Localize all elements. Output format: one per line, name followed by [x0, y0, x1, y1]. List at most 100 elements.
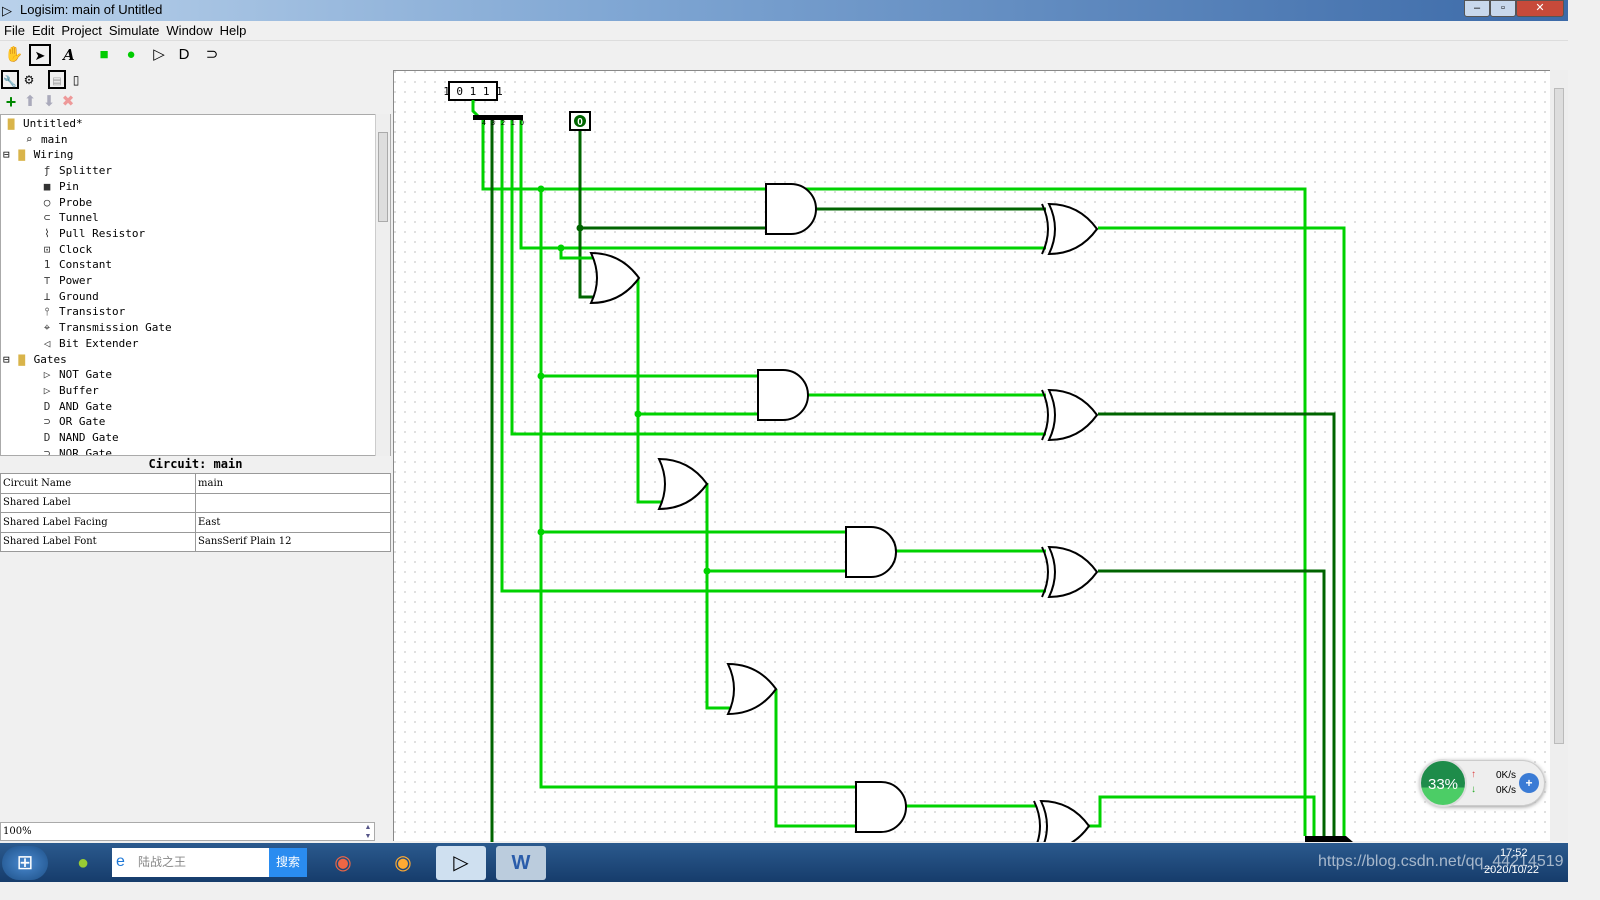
- tree-item[interactable]: ▇ Untitled*: [3, 116, 83, 131]
- property-value[interactable]: main: [195, 473, 391, 494]
- menu-help[interactable]: Help: [216, 21, 250, 38]
- tree-item[interactable]: ⊥ Ground: [39, 289, 99, 304]
- component-icon: 1: [43, 258, 51, 272]
- menu-bar: File Edit Project Simulate Window Help: [0, 21, 1568, 41]
- menu-file[interactable]: File: [0, 21, 28, 38]
- xor-gate: [1047, 202, 1099, 256]
- tree-item[interactable]: ⊃ NOR Gate: [39, 446, 112, 455]
- layout-view-icon[interactable]: ▤: [48, 70, 66, 89]
- logisim-task-icon[interactable]: ▷: [436, 846, 486, 880]
- tree-item[interactable]: ⊤ Power: [39, 273, 92, 288]
- component-icon: ⊃: [43, 415, 51, 429]
- property-value[interactable]: [195, 492, 391, 513]
- property-value[interactable]: SansSerif Plain 12: [195, 531, 391, 552]
- browser-icon[interactable]: ◉: [318, 846, 368, 880]
- tree-item-label: Ground: [59, 289, 99, 303]
- delete-circuit-icon[interactable]: ✖: [57, 92, 79, 114]
- tree-item[interactable]: ⊃ OR Gate: [39, 414, 106, 429]
- tree-item[interactable]: ⌖ Transmission Gate: [39, 320, 172, 335]
- title-bar: ▷ Logisim: main of Untitled – ▫ ✕: [0, 0, 1568, 21]
- tree-item[interactable]: ■ Pin: [39, 179, 79, 194]
- property-value[interactable]: East: [195, 512, 391, 533]
- close-button[interactable]: ✕: [1516, 0, 1564, 17]
- tree-item[interactable]: D NAND Gate: [39, 430, 119, 445]
- network-speed-widget: 33% ↑ ↓ 0K/s 0K/s +: [1419, 759, 1545, 807]
- tree-item[interactable]: ⌕ main: [21, 132, 68, 147]
- search-input[interactable]: 陆战之王: [112, 848, 269, 877]
- property-row: Shared Label Font SansSerif Plain 12: [0, 531, 391, 552]
- circuit-canvas[interactable]: 1 0 1 1 1432100: [393, 70, 1550, 842]
- explorer-tree: ▇ Untitled* ⌕ main ⊟ ▇ Wiring ƒ Splitter ■ Pin ○ Pro…: [0, 114, 391, 456]
- tree-item-label: NOT Gate: [59, 368, 112, 382]
- select-arrow-icon[interactable]: ➤: [29, 44, 51, 66]
- zoom-stepper[interactable]: ▲ ▼: [361, 823, 375, 841]
- tree-item[interactable]: ƒ Splitter: [39, 163, 112, 178]
- component-icon: ⊂: [43, 211, 51, 225]
- hand-poke-icon[interactable]: ✋: [3, 45, 25, 67]
- maximize-button[interactable]: ▫: [1490, 0, 1516, 17]
- simulation-tree-icon[interactable]: ⚙: [20, 70, 38, 92]
- browser-360-icon[interactable]: ◉: [378, 846, 428, 880]
- circuit-diagram: 1 0 1 1 14 3 2 1 0 0: [443, 81, 1353, 842]
- xor-gate: [1039, 799, 1091, 842]
- wire-junction: [703, 567, 711, 575]
- tree-item-label: main: [41, 132, 68, 146]
- properties-title: Circuit: main: [148, 457, 243, 471]
- clock-date: 2020/10/22: [1484, 864, 1540, 876]
- menu-window[interactable]: Window: [162, 21, 215, 38]
- component-icon: ▷: [43, 368, 51, 382]
- text-tool-icon[interactable]: A: [58, 45, 80, 67]
- splitter-bit-label: 4: [482, 120, 486, 127]
- zoom-field[interactable]: 100%: [0, 822, 375, 841]
- property-name: Shared Label: [0, 492, 196, 513]
- tree-item[interactable]: ▷ Buffer: [39, 383, 99, 398]
- expander-icon[interactable]: ⊟: [3, 148, 10, 161]
- expander-icon[interactable]: ⊟: [3, 353, 10, 366]
- tree-item[interactable]: ◁ Bit Extender: [39, 336, 139, 351]
- wire: [705, 483, 732, 710]
- ie-icon: e: [116, 853, 125, 870]
- tree-item[interactable]: ⊟ ▇ Gates: [3, 352, 67, 367]
- explorer-scrollbar[interactable]: [375, 114, 390, 456]
- constant-value: 0: [577, 117, 583, 128]
- word-task-icon[interactable]: W: [496, 846, 546, 880]
- tree-item[interactable]: D AND Gate: [39, 399, 112, 414]
- wire: [471, 100, 481, 119]
- tree-item[interactable]: ▷ NOT Gate: [39, 367, 112, 382]
- input-pin-icon[interactable]: ■: [93, 45, 115, 67]
- tree-item[interactable]: ⊟ ▇ Wiring: [3, 147, 73, 162]
- tree-item[interactable]: ⌇ Pull Resistor: [39, 226, 145, 241]
- clock-time: 17:52: [1500, 847, 1528, 859]
- component-icon: ⫯: [44, 305, 50, 319]
- tree-item-label: NAND Gate: [59, 431, 119, 444]
- start-button[interactable]: ⊞: [2, 846, 48, 880]
- tree-item[interactable]: ○ Probe: [39, 195, 92, 210]
- tree-item[interactable]: ⫯ Transistor: [39, 304, 126, 319]
- wrench-icon[interactable]: 🔧: [1, 70, 19, 89]
- menu-simulate[interactable]: Simulate: [105, 21, 163, 38]
- tree-item[interactable]: ⊂ Tunnel: [39, 210, 99, 225]
- expand-widget-icon[interactable]: +: [1519, 773, 1539, 793]
- tree-item-label: AND Gate: [59, 399, 112, 413]
- component-icon: ƒ: [43, 164, 51, 178]
- minimize-button[interactable]: –: [1464, 0, 1490, 17]
- menu-project[interactable]: Project: [57, 21, 104, 38]
- wire-junction: [634, 410, 642, 418]
- search-button[interactable]: 搜索: [269, 848, 307, 877]
- tree-item-label: Wiring: [33, 148, 74, 162]
- tree-item[interactable]: ⊡ Clock: [39, 242, 92, 257]
- appearance-view-icon[interactable]: ▯: [68, 70, 84, 92]
- component-icon: ⌇: [44, 226, 50, 240]
- app-icon-qq[interactable]: ●: [58, 846, 108, 880]
- menu-edit[interactable]: Edit: [28, 21, 57, 38]
- or-gate-icon[interactable]: ⊃: [201, 45, 223, 67]
- canvas-scrollbar[interactable]: [1550, 70, 1568, 841]
- not-gate-icon[interactable]: ▷: [148, 45, 170, 67]
- properties-table: Circuit Name main Shared Label Shared Label…: [0, 473, 391, 552]
- output-pin-icon[interactable]: ●: [120, 45, 142, 67]
- tree-item-label: Pin: [59, 179, 79, 193]
- component-icon: ⊥: [43, 289, 51, 303]
- download-arrow-icon: ↓: [1471, 784, 1476, 795]
- tree-item[interactable]: 1 Constant: [39, 257, 112, 272]
- and-gate-icon[interactable]: D: [173, 45, 195, 67]
